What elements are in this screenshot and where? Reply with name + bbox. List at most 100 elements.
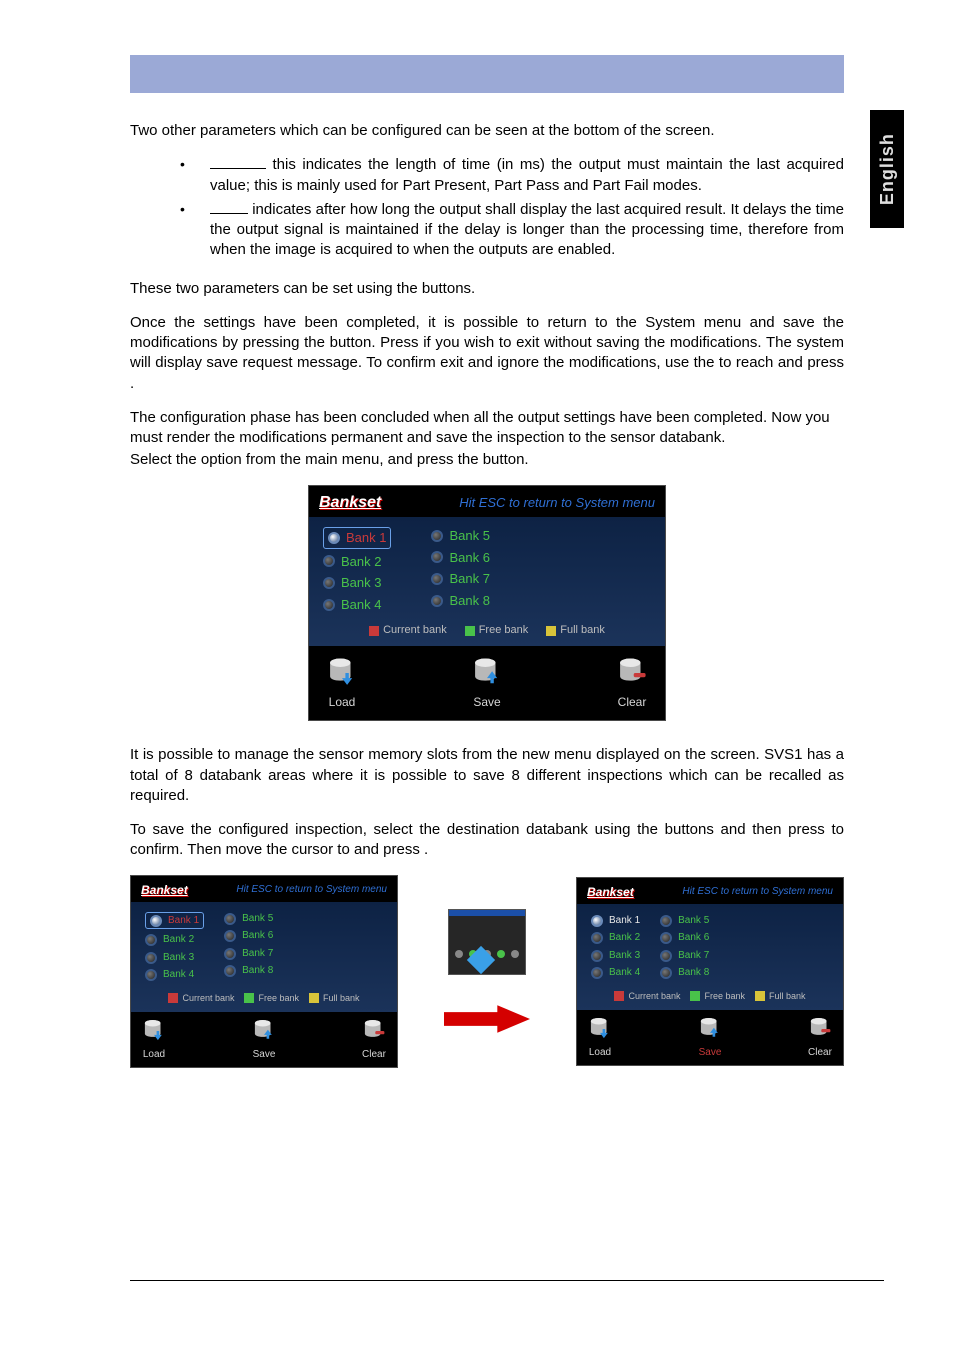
bank-2-option[interactable]: Bank 2 (145, 933, 204, 947)
radio-icon (660, 950, 672, 962)
paragraph-3: Once the settings have been completed, i… (130, 313, 844, 394)
blank-field (210, 213, 248, 214)
bank-8-option[interactable]: Bank 8 (660, 966, 709, 980)
header-bar (130, 55, 844, 93)
radio-icon (323, 577, 335, 589)
bankset-panel-before: Bankset Hit ESC to return to System menu… (130, 875, 398, 1069)
save-button[interactable]: Save (697, 1016, 723, 1060)
radio-icon (431, 595, 443, 607)
bankset-legend: Current bank Free bank Full bank (145, 992, 383, 1004)
radio-icon (224, 965, 236, 977)
bank-2-option[interactable]: Bank 2 (323, 553, 391, 571)
radio-icon (145, 969, 157, 981)
bullet-2-text: indicates after how long the output shal… (210, 201, 844, 259)
bank-5-option[interactable]: Bank 5 (224, 912, 273, 926)
language-tab: English (870, 110, 904, 228)
bank-2-option[interactable]: Bank 2 (591, 931, 640, 945)
database-save-icon (251, 1018, 277, 1044)
legend-swatch-full (546, 626, 556, 636)
radio-icon (150, 915, 162, 927)
legend-swatch-current (614, 991, 624, 1001)
bank-7-option[interactable]: Bank 7 (660, 949, 709, 963)
clear-button[interactable]: Clear (615, 656, 649, 710)
load-button[interactable]: Load (141, 1018, 167, 1062)
paragraph-4: The configuration phase has been conclud… (130, 408, 844, 449)
bankset-title: Bankset (319, 492, 381, 514)
bankset-panel-main: Bankset Hit ESC to return to System menu… (308, 485, 666, 722)
bank-1-option[interactable]: Bank 1 (145, 912, 204, 930)
paragraph-1: Two other parameters which can be config… (130, 121, 844, 141)
paragraph-7: To save the configured inspection, selec… (130, 820, 844, 861)
paragraph-2: These two parameters can be set using th… (130, 279, 844, 299)
transition-column (443, 909, 531, 1033)
arrow-right-icon (444, 1005, 530, 1033)
database-clear-icon (615, 656, 649, 690)
load-button[interactable]: Load (587, 1016, 613, 1060)
bank-6-option[interactable]: Bank 6 (224, 929, 273, 943)
radio-icon (431, 530, 443, 542)
legend-swatch-free (690, 991, 700, 1001)
bank-5-option[interactable]: Bank 5 (431, 527, 489, 545)
bank-8-option[interactable]: Bank 8 (431, 592, 489, 610)
legend-swatch-full (309, 993, 319, 1003)
database-clear-icon (361, 1018, 387, 1044)
radio-icon (145, 934, 157, 946)
radio-icon (660, 967, 672, 979)
bank-7-option[interactable]: Bank 7 (224, 947, 273, 961)
legend-swatch-current (369, 626, 379, 636)
radio-icon (591, 915, 603, 927)
clear-button[interactable]: Clear (361, 1018, 387, 1062)
bank-3-option[interactable]: Bank 3 (323, 574, 391, 592)
bankset-panel-after: Bankset Hit ESC to return to System menu… (576, 877, 844, 1067)
bankset-hint: Hit ESC to return to System menu (236, 883, 387, 897)
radio-icon (431, 551, 443, 563)
legend-swatch-free (244, 993, 254, 1003)
bankset-hint: Hit ESC to return to System menu (459, 494, 655, 512)
clear-button[interactable]: Clear (807, 1016, 833, 1060)
bank-7-option[interactable]: Bank 7 (431, 570, 489, 588)
bank-8-option[interactable]: Bank 8 (224, 964, 273, 978)
database-clear-icon (807, 1016, 833, 1042)
database-load-icon (141, 1018, 167, 1044)
database-save-icon (470, 656, 504, 690)
legend-swatch-full (755, 991, 765, 1001)
radio-icon (224, 930, 236, 942)
bankset-hint: Hit ESC to return to System menu (682, 885, 833, 899)
bank-5-option[interactable]: Bank 5 (660, 914, 709, 928)
database-load-icon (587, 1016, 613, 1042)
bank-6-option[interactable]: Bank 6 (660, 931, 709, 945)
paragraph-6: It is possible to manage the sensor memo… (130, 745, 844, 806)
legend-swatch-free (465, 626, 475, 636)
bank-4-option[interactable]: Bank 4 (145, 968, 204, 982)
radio-icon (224, 913, 236, 925)
bankset-title: Bankset (141, 882, 188, 898)
bank-3-option[interactable]: Bank 3 (591, 949, 640, 963)
bankset-legend: Current bank Free bank Full bank (591, 990, 829, 1002)
bullet-duration: this indicates the length of time (in ms… (170, 155, 844, 196)
bank-1-option[interactable]: Bank 1 (591, 914, 640, 928)
radio-icon (323, 555, 335, 567)
legend-swatch-current (168, 993, 178, 1003)
radio-icon (145, 952, 157, 964)
paragraph-5: Select the option from the main menu, an… (130, 450, 844, 470)
radio-icon (323, 599, 335, 611)
bank-1-option[interactable]: Bank 1 (323, 527, 391, 549)
device-thumbnail (448, 909, 526, 975)
bank-4-option[interactable]: Bank 4 (591, 966, 640, 980)
save-button[interactable]: Save (251, 1018, 277, 1062)
radio-icon (660, 932, 672, 944)
radio-icon (431, 573, 443, 585)
bankset-title: Bankset (587, 884, 634, 900)
footer-rule (130, 1280, 884, 1281)
database-load-icon (325, 656, 359, 690)
bankset-legend: Current bank Free bank Full bank (323, 623, 651, 638)
bank-6-option[interactable]: Bank 6 (431, 549, 489, 567)
load-button[interactable]: Load (325, 656, 359, 710)
save-button[interactable]: Save (470, 656, 504, 710)
radio-icon (328, 532, 340, 544)
radio-icon (591, 932, 603, 944)
bank-4-option[interactable]: Bank 4 (323, 596, 391, 614)
radio-icon (224, 948, 236, 960)
bank-3-option[interactable]: Bank 3 (145, 951, 204, 965)
bankset-before-after-row: Bankset Hit ESC to return to System menu… (130, 875, 844, 1069)
